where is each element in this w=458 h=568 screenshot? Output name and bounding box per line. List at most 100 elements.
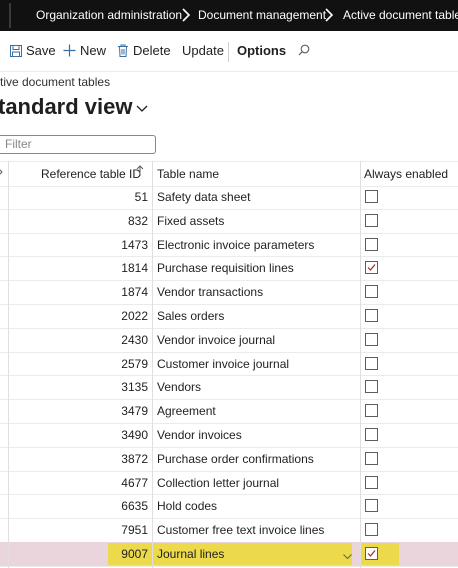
always-enabled-checkbox[interactable]: [365, 213, 378, 227]
breadcrumb-organization-administration[interactable]: Organization administration: [36, 8, 182, 22]
update-label: Update: [182, 43, 224, 58]
column-header-always-enabled[interactable]: Always enabled: [364, 167, 448, 181]
reference-table-id: 3479: [121, 404, 148, 419]
grid-header: Reference table ID Table name Always ena…: [0, 161, 458, 187]
reference-table-id: 51: [134, 190, 148, 204]
table-name: Collection letter journal: [157, 475, 280, 490]
table-row[interactable]: 3479 Agreement: [0, 399, 458, 424]
reference-table-id: 6635: [121, 499, 148, 514]
update-button[interactable]: Update: [182, 43, 224, 58]
chevron-down-icon[interactable]: [343, 549, 352, 563]
filter-input[interactable]: Filter: [0, 135, 156, 154]
table-row[interactable]: 3135 Vendors: [0, 375, 458, 401]
options-label: Options: [237, 43, 287, 58]
options-button[interactable]: Options: [237, 43, 286, 58]
top-nav-bar: Organization administration Document man…: [0, 0, 458, 31]
table-row[interactable]: 2430 Vendor invoice journal: [0, 328, 458, 353]
reference-table-id: 2430: [121, 332, 148, 347]
table-row[interactable]: 2022 Sales orders: [0, 304, 458, 329]
plus-icon: [63, 44, 76, 57]
always-enabled-checkbox[interactable]: [365, 475, 378, 489]
table-name[interactable]: Journal lines: [157, 547, 224, 561]
table-row[interactable]: 3872 Purchase order confirmations: [0, 447, 458, 472]
view-selector[interactable]: tandard view: [0, 94, 148, 120]
always-enabled-checkbox[interactable]: [365, 499, 378, 513]
breadcrumb-document-management[interactable]: Document management: [198, 8, 326, 22]
column-resize-icon: [0, 166, 4, 181]
new-button[interactable]: New: [63, 43, 106, 58]
table-name: Vendor transactions: [157, 285, 264, 300]
table-name: Agreement: [157, 404, 216, 419]
column-divider: [8, 161, 9, 568]
search-icon: [298, 44, 310, 56]
table-row[interactable]: 4677 Collection letter journal: [0, 471, 458, 496]
save-button[interactable]: Save: [10, 43, 56, 58]
table-row[interactable]: 1874 Vendor transactions: [0, 280, 458, 305]
always-enabled-checkbox[interactable]: [365, 523, 378, 537]
breadcrumb-active-document-tables[interactable]: Active document tables: [343, 8, 458, 22]
table-name: Vendors: [157, 380, 202, 395]
delete-label: Delete: [133, 43, 171, 58]
always-enabled-checkbox[interactable]: [365, 380, 378, 394]
always-enabled-checkbox[interactable]: [365, 261, 378, 275]
save-icon: [10, 44, 22, 57]
table-row[interactable]: 3490 Vendor invoices: [0, 423, 458, 448]
save-label: Save: [26, 43, 56, 58]
reference-table-id: 2579: [121, 356, 148, 371]
toolbar-divider: [228, 42, 229, 62]
reference-table-id: 1814: [121, 261, 148, 276]
always-enabled-checkbox[interactable]: [365, 190, 378, 203]
table-row[interactable]: 9007 Journal lines: [0, 542, 458, 567]
checkmark-icon: [367, 264, 376, 272]
chevron-right-icon: [323, 5, 335, 25]
column-divider: [152, 161, 153, 568]
table-row[interactable]: 6635 Hold codes: [0, 494, 458, 520]
always-enabled-checkbox[interactable]: [365, 332, 378, 346]
table-name: Customer free text invoice lines: [157, 523, 325, 538]
always-enabled-checkbox[interactable]: [365, 356, 378, 370]
new-label: New: [80, 43, 107, 58]
reference-table-id: 832: [127, 213, 148, 228]
reference-table-id: 1473: [121, 237, 148, 252]
table-row[interactable]: 51 Safety data sheet: [0, 185, 458, 210]
table-row[interactable]: 1473 Electronic invoice parameters: [0, 233, 458, 258]
always-enabled-checkbox[interactable]: [365, 428, 378, 441]
reference-table-id: 3135: [121, 380, 148, 395]
always-enabled-checkbox[interactable]: [365, 285, 378, 299]
chevron-right-icon: [180, 5, 192, 25]
action-pane: Save New Delete Update Options: [0, 31, 458, 72]
table-name: Fixed assets: [157, 213, 225, 228]
trash-icon: [118, 44, 128, 57]
checkmark-icon: [367, 550, 376, 557]
delete-button[interactable]: Delete: [117, 43, 171, 58]
table-name: Vendor invoice journal: [157, 332, 276, 347]
reference-table-id: 9007: [121, 547, 148, 561]
table-row[interactable]: 1814 Purchase requisition lines: [0, 256, 458, 282]
table-name: Purchase requisition lines: [157, 261, 294, 276]
always-enabled-checkbox[interactable]: [365, 309, 378, 322]
table-name: Hold codes: [157, 499, 218, 514]
chevron-down-icon: [137, 105, 148, 112]
table-name: Purchase order confirmations: [157, 451, 314, 466]
table-name: Customer invoice journal: [157, 356, 290, 371]
always-enabled-checkbox[interactable]: [365, 237, 378, 251]
search-button[interactable]: [298, 44, 314, 56]
table-row[interactable]: 832 Fixed assets: [0, 209, 458, 234]
column-header-table-name[interactable]: Table name: [157, 167, 219, 181]
table-name: Sales orders: [157, 309, 225, 323]
table-name: Electronic invoice parameters: [157, 237, 315, 252]
always-enabled-checkbox[interactable]: [365, 547, 378, 560]
table-name: Vendor invoices: [157, 428, 242, 442]
column-divider: [360, 161, 361, 568]
table-row[interactable]: 7951 Customer free text invoice lines: [0, 518, 458, 543]
always-enabled-checkbox[interactable]: [365, 404, 378, 418]
view-title: tandard view: [0, 94, 133, 119]
column-header-reference-id[interactable]: Reference table ID: [41, 167, 141, 181]
sort-ascending-icon[interactable]: [136, 165, 144, 180]
nav-divider: [9, 3, 11, 28]
reference-table-id: 3490: [121, 428, 148, 442]
reference-table-id: 4677: [121, 475, 148, 490]
table-row[interactable]: 2579 Customer invoice journal: [0, 352, 458, 377]
always-enabled-checkbox[interactable]: [365, 451, 378, 465]
reference-table-id: 1874: [121, 285, 148, 300]
